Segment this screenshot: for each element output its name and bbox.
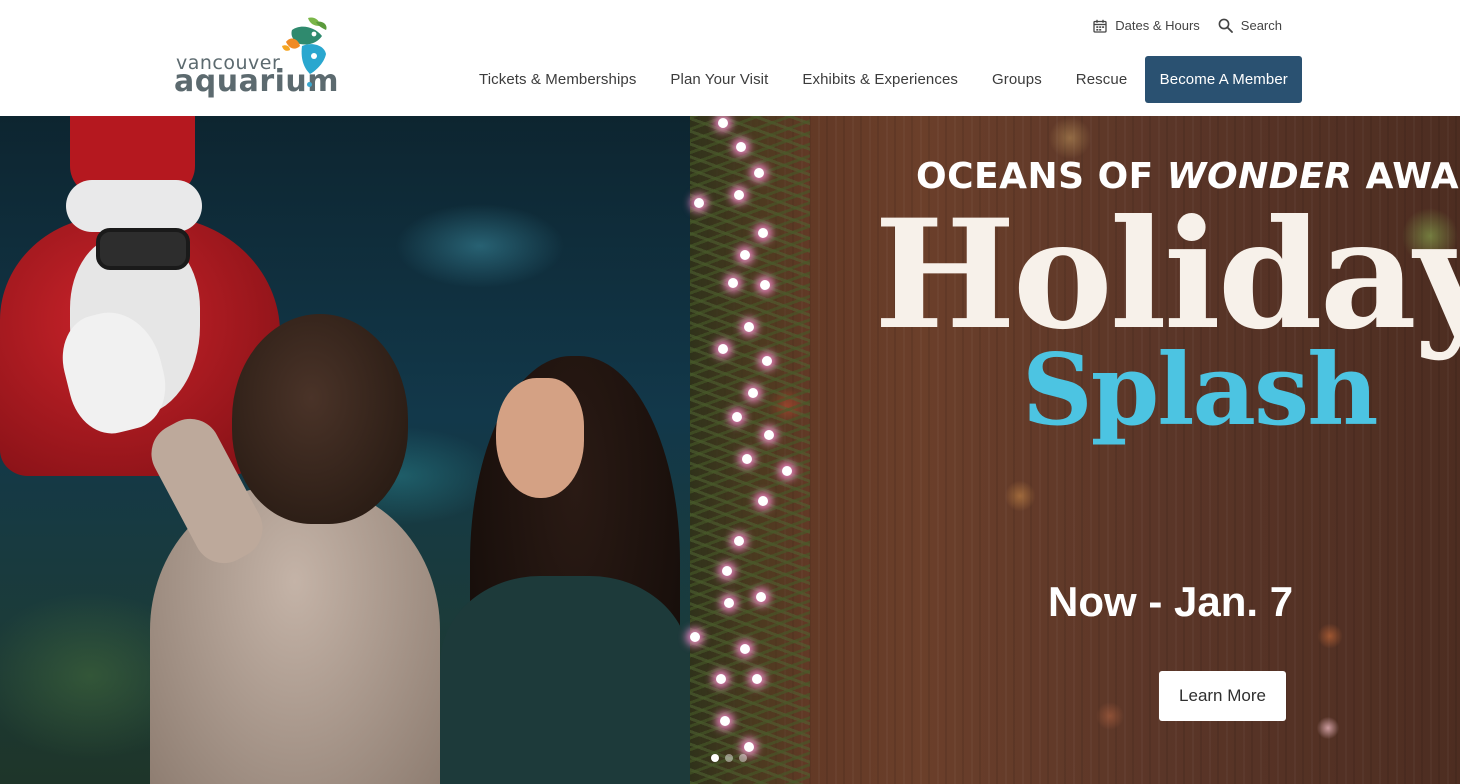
- woman-face: [496, 378, 584, 498]
- dates-hours-label: Dates & Hours: [1115, 18, 1200, 33]
- light-bulb: [720, 716, 730, 726]
- light-bulb: [754, 168, 764, 178]
- vancouver-aquarium-logo[interactable]: vancouver aquarium: [172, 16, 339, 99]
- dates-hours-link[interactable]: Dates & Hours: [1093, 18, 1200, 33]
- logo-text-aquarium: aquarium: [174, 64, 340, 99]
- light-bulb: [740, 644, 750, 654]
- light-bulb: [758, 496, 768, 506]
- light-bulb: [782, 466, 792, 476]
- light-bulb: [740, 250, 750, 260]
- light-bulb: [758, 228, 768, 238]
- nav-groups[interactable]: Groups: [992, 71, 1042, 88]
- search-link[interactable]: Search: [1218, 18, 1282, 33]
- light-bulb: [724, 598, 734, 608]
- search-icon: [1218, 18, 1233, 33]
- light-bulb: [718, 344, 728, 354]
- learn-more-button[interactable]: Learn More: [1159, 671, 1286, 721]
- calendar-icon: [1093, 19, 1107, 33]
- light-bulb: [728, 278, 738, 288]
- light-bulb: [736, 142, 746, 152]
- santa-hat-brim: [66, 180, 202, 232]
- search-label: Search: [1240, 18, 1282, 33]
- light-bulb: [764, 430, 774, 440]
- hero-carousel: OCEANS OF WONDER AWAIT Holiday Splash No…: [0, 116, 1460, 784]
- utility-links: Dates & Hours Search: [1093, 18, 1282, 33]
- become-member-button[interactable]: Become A Member: [1145, 56, 1303, 103]
- nav-exhibits-experiences[interactable]: Exhibits & Experiences: [802, 71, 958, 88]
- girl-hair: [232, 314, 408, 524]
- light-bulb: [716, 674, 726, 684]
- carousel-dot[interactable]: [725, 754, 733, 762]
- main-nav: Tickets & Memberships Plan Your Visit Ex…: [479, 56, 1303, 103]
- light-bulb: [762, 356, 772, 366]
- light-bulb: [742, 454, 752, 464]
- light-bulb: [744, 742, 754, 752]
- light-bulb: [756, 592, 766, 602]
- nav-rescue[interactable]: Rescue: [1076, 71, 1127, 88]
- carousel-indicators: [711, 754, 747, 762]
- light-bulb: [734, 536, 744, 546]
- carousel-dot[interactable]: [711, 754, 719, 762]
- nav-tickets-memberships[interactable]: Tickets & Memberships: [479, 71, 636, 88]
- light-bulb: [690, 632, 700, 642]
- hero-photo: [0, 116, 720, 784]
- light-bulb: [760, 280, 770, 290]
- site-header: vancouver aquarium Dates & Hours Search …: [0, 0, 1460, 116]
- light-bulb: [694, 198, 704, 208]
- light-bulb: [722, 566, 732, 576]
- dive-mask: [96, 228, 190, 270]
- carousel-dot[interactable]: [739, 754, 747, 762]
- woman-top: [440, 576, 690, 784]
- logo-dot: [307, 82, 312, 87]
- hero-dates: Now - Jan. 7: [1048, 578, 1294, 625]
- light-bulb: [744, 322, 754, 332]
- light-bulb: [752, 674, 762, 684]
- pine-garland: [690, 116, 810, 784]
- hero-title-splash: Splash: [1022, 333, 1378, 448]
- nav-plan-your-visit[interactable]: Plan Your Visit: [670, 71, 768, 88]
- light-bulb: [732, 412, 742, 422]
- light-bulb: [718, 118, 728, 128]
- light-bulb: [734, 190, 744, 200]
- light-bulb: [748, 388, 758, 398]
- hero-title-holiday: Holiday: [874, 187, 1460, 363]
